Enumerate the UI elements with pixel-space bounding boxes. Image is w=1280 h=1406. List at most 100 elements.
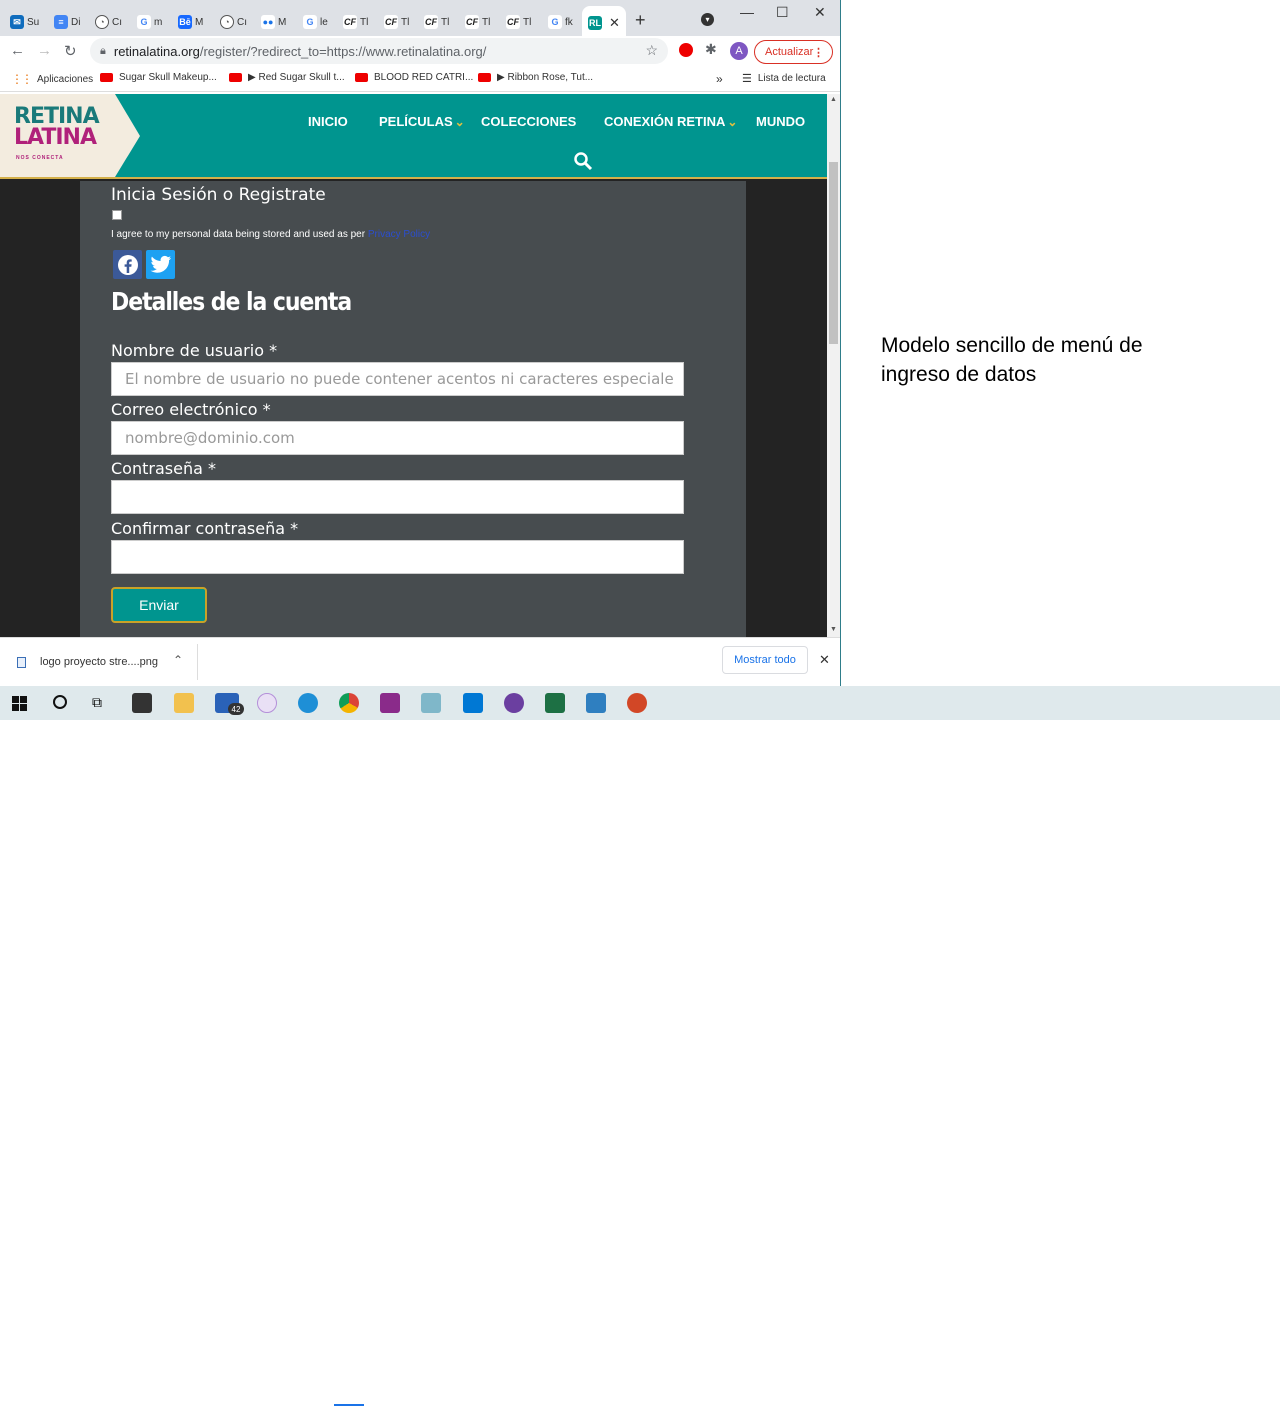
close-tab-icon[interactable]: ✕ (609, 15, 620, 31)
new-tab-icon[interactable]: + (635, 10, 646, 31)
app-icon[interactable] (421, 693, 441, 713)
docs-icon: ≡ (54, 15, 68, 29)
powerpoint-icon[interactable] (627, 693, 647, 713)
windows-start-icon[interactable] (12, 696, 27, 711)
update-button[interactable]: Actualizar ⋮ (754, 40, 833, 64)
profile-avatar[interactable]: A (730, 42, 748, 60)
winrar-icon[interactable] (380, 693, 400, 713)
store-icon[interactable] (132, 693, 152, 713)
bookmark-apps[interactable]: ⋮⋮ Aplicaciones (11, 72, 93, 86)
tab[interactable]: Gfk (548, 8, 573, 36)
opera-extension-icon[interactable] (679, 43, 693, 57)
photos-icon[interactable] (586, 693, 606, 713)
google-icon: G (548, 15, 562, 29)
youtube-icon (229, 73, 242, 82)
menu-dots-icon: ⋮ (813, 46, 824, 59)
bookmark-item[interactable]: ▶ Ribbon Rose, Tut... (478, 72, 593, 83)
bookmark-item[interactable]: BLOOD RED CATRI... (355, 72, 473, 83)
chevron-up-icon[interactable]: ⌃ (173, 653, 183, 667)
bookmark-label: Aplicaciones (37, 73, 94, 85)
tab[interactable]: ◔ Cı (220, 8, 247, 36)
bookmark-item[interactable]: ▶ Red Sugar Skull t... (229, 72, 345, 83)
tab[interactable]: Gm (137, 8, 162, 36)
reload-icon[interactable]: ↻ (64, 42, 77, 60)
extensions-icon[interactable]: ✱ (705, 41, 717, 58)
tab-active[interactable]: RL ✕ (582, 6, 626, 40)
tab-label: M (278, 16, 287, 28)
chevron-down-icon: ⌄ (454, 114, 465, 129)
edge-icon[interactable] (298, 693, 318, 713)
reading-list[interactable]: ☰ Lista de lectura (742, 72, 826, 85)
tab-label: Tl (482, 16, 491, 28)
tab[interactable]: CF Tl (424, 8, 449, 36)
twitter-login-button[interactable] (146, 250, 175, 279)
logo[interactable]: RETINA LATINA NOS CONECTA (0, 94, 140, 177)
search-icon[interactable] (573, 151, 593, 176)
forward-icon[interactable]: → (37, 42, 52, 59)
bookmark-star-icon[interactable]: ☆ (645, 42, 658, 59)
tab[interactable]: Bē M (178, 8, 203, 36)
scroll-down-icon[interactable]: ▼ (830, 626, 837, 633)
tab[interactable]: Gle (303, 8, 328, 36)
tab-search-icon[interactable]: ▾ (701, 13, 714, 26)
nav-mundo[interactable]: MUNDO (756, 114, 805, 129)
task-view-icon[interactable]: ⧉ (92, 694, 102, 711)
username-input[interactable] (111, 362, 684, 396)
minimize-icon[interactable]: — (740, 4, 754, 20)
email-label: Correo electrónico * (111, 400, 271, 419)
nav-label: MUNDO (756, 114, 806, 129)
show-all-button[interactable]: Mostrar todo (722, 646, 808, 674)
tab[interactable]: CF Tl (465, 8, 490, 36)
password-input[interactable] (111, 480, 684, 514)
tab[interactable]: CF Tl (343, 8, 368, 36)
registration-form: Inicia Sesión o Registrate I agree to my… (80, 181, 746, 637)
facebook-login-button[interactable] (113, 250, 142, 279)
submit-button[interactable]: Enviar (111, 587, 207, 623)
email-input[interactable] (111, 421, 684, 455)
tab-label: Tl (441, 16, 450, 28)
vscode-icon[interactable] (463, 693, 483, 713)
nav-colecciones[interactable]: COLECCIONES (481, 114, 576, 129)
scrollbar[interactable]: ▲ ▼ (827, 94, 840, 637)
tab-label: M (195, 16, 204, 28)
close-download-bar-icon[interactable]: ✕ (819, 652, 830, 668)
tab-label: le (320, 16, 328, 28)
tab-bar: ✉ Su ≡ Di ◔ Cı Gm Bē M ◔ Cı ●● M Gle CF Tl CF Tl… (0, 0, 840, 40)
maximize-icon[interactable]: ☐ (776, 4, 789, 21)
login-heading: Inicia Sesión o Registrate (111, 185, 326, 205)
tab-label: Tl (360, 16, 369, 28)
scroll-up-icon[interactable]: ▲ (830, 96, 837, 103)
github-icon[interactable] (504, 693, 524, 713)
tab[interactable]: ●● M (261, 8, 286, 36)
google-icon: G (303, 15, 317, 29)
nav-peliculas[interactable]: PELÍCULAS ⌄ (379, 114, 465, 129)
privacy-policy-link[interactable]: Privacy Policy (368, 229, 430, 240)
nav-inicio[interactable]: INICIO (308, 114, 348, 129)
excel-icon[interactable] (545, 693, 565, 713)
tab[interactable]: CF Tl (384, 8, 409, 36)
cf-icon: CF (384, 15, 398, 29)
bookmark-label: ▶ Red Sugar Skull t... (248, 72, 345, 83)
address-bar[interactable]: 🔒︎ retinalatina.org/register/?redirect_t… (90, 38, 668, 64)
file-explorer-icon[interactable] (174, 693, 194, 713)
itunes-icon[interactable] (257, 693, 277, 713)
cortana-icon[interactable] (53, 695, 67, 709)
back-icon[interactable]: ← (10, 42, 25, 59)
consent-checkbox[interactable] (112, 210, 122, 220)
scroll-thumb[interactable] (829, 162, 838, 344)
bookmarks-overflow[interactable]: » (716, 72, 723, 86)
section-title: Detalles de la cuenta (111, 287, 352, 316)
tab[interactable]: ✉ Su (10, 8, 39, 36)
apps-grid-icon: ⋮⋮ (11, 72, 33, 86)
tab[interactable]: ≡ Di (54, 8, 80, 36)
close-window-icon[interactable]: ✕ (814, 4, 826, 21)
bookmark-item[interactable]: Sugar Skull Makeup... (100, 72, 217, 83)
confirm-password-input[interactable] (111, 540, 684, 574)
nav-conexion-retina[interactable]: CONEXIÓN RETINA ⌄ (604, 114, 737, 129)
update-label: Actualizar (765, 46, 814, 58)
tab[interactable]: CF Tl (506, 8, 531, 36)
chrome-icon[interactable] (339, 693, 359, 713)
speedometer-icon: ◔ (95, 15, 109, 29)
tab[interactable]: ◔ Cı (95, 8, 122, 36)
download-filename[interactable]: logo proyecto stre....png (40, 656, 158, 668)
